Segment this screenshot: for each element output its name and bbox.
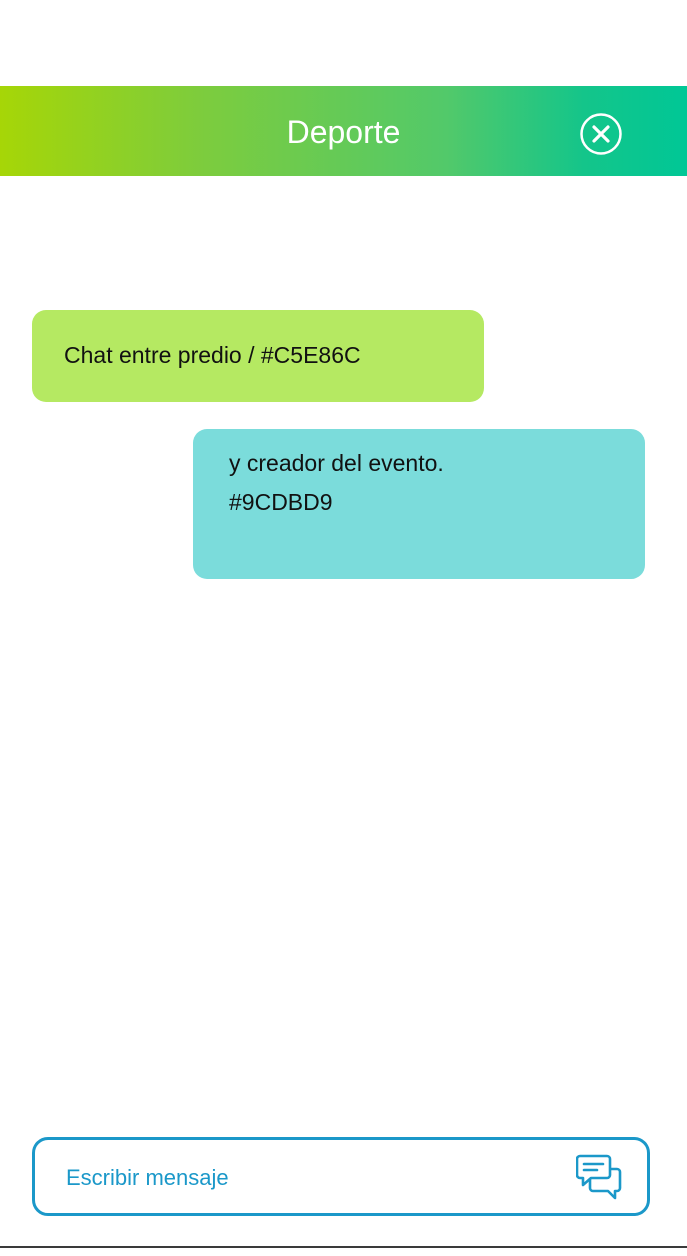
chat-bubbles-icon: [575, 1154, 622, 1200]
message-text: #9CDBD9: [229, 489, 333, 515]
close-circle-icon: [580, 113, 622, 155]
bottom-divider: [0, 1246, 687, 1248]
chat-header: Deporte: [0, 86, 687, 176]
message-bubble-incoming: Chat entre predio / #C5E86C: [32, 310, 484, 402]
message-text: Chat entre predio / #C5E86C: [64, 342, 361, 368]
message-bubble-outgoing: y creador del evento. #9CDBD9: [193, 429, 645, 579]
send-message-button[interactable]: [575, 1154, 624, 1200]
close-button[interactable]: [580, 113, 622, 155]
message-input[interactable]: [66, 1161, 536, 1195]
message-text: y creador del evento.: [229, 450, 444, 476]
message-composer: [32, 1137, 650, 1216]
